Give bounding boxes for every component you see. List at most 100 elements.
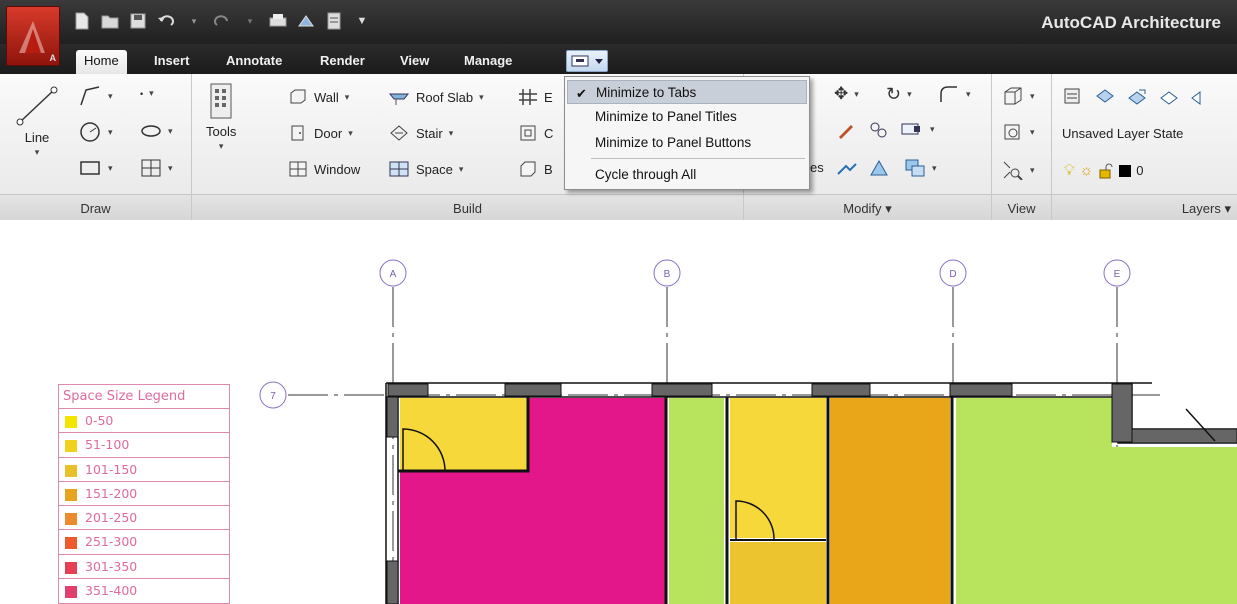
offset-button[interactable] (836, 158, 858, 178)
beam-button[interactable]: B (518, 160, 553, 178)
tab-render[interactable]: Render (312, 50, 373, 74)
circle-dropdown-icon[interactable]: ▾ (108, 127, 113, 138)
tab-insert[interactable]: Insert (146, 50, 197, 74)
layer-isolate-icon[interactable] (1158, 86, 1180, 106)
stair-button[interactable]: Stair ▾ (388, 124, 453, 142)
viewport-dropdown-icon[interactable]: ▾ (1030, 127, 1035, 138)
grid-button[interactable]: E (518, 88, 553, 106)
space-orange[interactable] (830, 398, 950, 604)
current-layer-dropdown[interactable]: 💡︎ ☼ 0 (1064, 162, 1144, 179)
publish-icon[interactable] (296, 11, 316, 31)
layer-previous-icon[interactable] (1126, 86, 1148, 106)
space-yellow-mid[interactable] (730, 398, 826, 538)
grid-bubble-d[interactable]: D (939, 259, 967, 287)
mirror-button[interactable] (868, 158, 890, 178)
ribbon-minimize-toggle-button[interactable] (566, 50, 608, 72)
layer-unlock-icon[interactable] (1098, 163, 1114, 179)
circle-button[interactable]: ▾ (78, 120, 113, 144)
grid-bubble-7[interactable]: 7 (259, 381, 287, 409)
view-cube-button[interactable]: ▾ (1002, 86, 1035, 106)
rotate-button[interactable]: ↻ ▾ (886, 84, 912, 105)
polyline-button[interactable]: ▾ (78, 84, 113, 108)
layer-color-swatch[interactable] (1119, 164, 1132, 177)
tab-annotate[interactable]: Annotate (218, 50, 290, 74)
tab-manage[interactable]: Manage (456, 50, 520, 74)
space-yellow-lower[interactable] (730, 542, 826, 604)
line-dropdown-icon[interactable]: ▾ (35, 147, 40, 158)
tab-view[interactable]: View (392, 50, 437, 74)
layer-thaw-sun-icon[interactable]: ☼ (1080, 162, 1094, 179)
open-folder-icon[interactable] (100, 11, 120, 31)
point-button[interactable]: • ▾ (140, 88, 154, 99)
layer-state-dropdown[interactable]: Unsaved Layer State (1062, 126, 1183, 141)
tools-dropdown-icon[interactable]: ▾ (219, 141, 224, 152)
line-button[interactable]: Line ▾ (14, 84, 60, 158)
modify-panel-title[interactable]: Modify ▾ (744, 194, 991, 220)
fillet-button[interactable]: ▾ (938, 84, 971, 104)
view-cube-dropdown-icon[interactable]: ▾ (1030, 91, 1035, 102)
point-dropdown-icon[interactable]: ▾ (149, 88, 154, 99)
build-panel-title[interactable]: Build (192, 194, 743, 220)
layers-panel-expand-icon[interactable]: ▾ (1224, 201, 1231, 216)
viewport-button[interactable]: ▾ (1002, 122, 1035, 142)
array-dropdown-icon[interactable]: ▾ (930, 124, 935, 135)
wall-button[interactable]: Wall ▾ (288, 88, 349, 106)
zoom-dropdown-icon[interactable]: ▾ (1030, 165, 1035, 176)
space-yellow-small[interactable] (400, 398, 528, 471)
grid-bubble-a[interactable]: A (379, 259, 407, 287)
ellipse-dropdown-icon[interactable]: ▾ (168, 126, 173, 137)
hatch-dropdown-icon[interactable]: ▾ (168, 163, 173, 174)
stretch-dropdown-icon[interactable]: ▾ (932, 163, 937, 174)
fillet-dropdown-icon[interactable]: ▾ (966, 89, 971, 100)
copy-button[interactable] (868, 120, 890, 140)
layer-more-icon[interactable] (1190, 86, 1202, 106)
wall-dropdown-icon[interactable]: ▾ (345, 92, 350, 103)
properties-icon[interactable] (324, 11, 344, 31)
drawing-canvas[interactable]: A B D E 7 Space Size Legend 0-50 51-100 … (0, 221, 1237, 604)
layers-panel-title[interactable]: Layers ▾ (1052, 194, 1237, 220)
polyline-dropdown-icon[interactable]: ▾ (108, 91, 113, 102)
rectangle-dropdown-icon[interactable]: ▾ (108, 163, 113, 174)
stretch-button[interactable]: ▾ (904, 158, 937, 178)
undo-dropdown-icon[interactable]: ▾ (184, 11, 204, 31)
space-button[interactable]: Space ▾ (388, 160, 463, 178)
grid-bubble-b[interactable]: B (653, 259, 681, 287)
tools-button[interactable]: Tools ▾ (206, 82, 236, 152)
view-panel-title[interactable]: View (992, 194, 1051, 220)
ellipse-button[interactable]: ▾ (140, 122, 173, 140)
menu-item-cycle-through-all[interactable]: Cycle through All (567, 163, 807, 187)
stair-dropdown-icon[interactable]: ▾ (449, 128, 454, 139)
modify-panel-expand-icon[interactable]: ▾ (885, 201, 892, 216)
hatch-button[interactable]: ▾ (140, 158, 173, 178)
column-button[interactable]: C (518, 124, 553, 142)
door-dropdown-icon[interactable]: ▾ (348, 128, 353, 139)
tab-home[interactable]: Home (76, 50, 127, 74)
door-button[interactable]: Door ▾ (288, 124, 353, 142)
window-button[interactable]: Window (288, 160, 360, 178)
layer-state-icon[interactable] (1094, 86, 1116, 106)
match-properties-button[interactable] (836, 120, 856, 140)
menu-item-minimize-to-tabs[interactable]: ✔ Minimize to Tabs (567, 80, 807, 104)
move-button[interactable]: ✥ ▾ (834, 84, 859, 104)
rectangle-button[interactable]: ▾ (78, 158, 113, 178)
redo-dropdown-icon[interactable]: ▾ (240, 11, 260, 31)
layer-on-bulb-icon[interactable]: 💡︎ (1064, 162, 1075, 179)
menu-item-minimize-to-panel-titles[interactable]: Minimize to Panel Titles (567, 105, 807, 129)
roof-slab-button[interactable]: Roof Slab ▾ (388, 88, 484, 106)
space-dropdown-icon[interactable]: ▾ (459, 164, 464, 175)
zoom-button[interactable]: ▾ (1002, 160, 1035, 180)
undo-icon[interactable] (156, 11, 176, 31)
new-file-icon[interactable] (72, 11, 92, 31)
save-icon[interactable] (128, 11, 148, 31)
move-dropdown-icon[interactable]: ▾ (854, 89, 859, 100)
menu-item-minimize-to-panel-buttons[interactable]: Minimize to Panel Buttons (567, 131, 807, 155)
array-button[interactable]: ▾ (900, 120, 935, 138)
customize-qat-dropdown-icon[interactable]: ▼ (352, 11, 372, 31)
application-menu-button[interactable]: A (6, 6, 60, 66)
rotate-dropdown-icon[interactable]: ▾ (907, 89, 912, 100)
layer-properties-icon[interactable] (1062, 86, 1084, 106)
redo-icon[interactable] (212, 11, 232, 31)
roof-slab-dropdown-icon[interactable]: ▾ (479, 92, 484, 103)
grid-bubble-e[interactable]: E (1103, 259, 1131, 287)
draw-panel-title[interactable]: Draw (0, 194, 191, 220)
